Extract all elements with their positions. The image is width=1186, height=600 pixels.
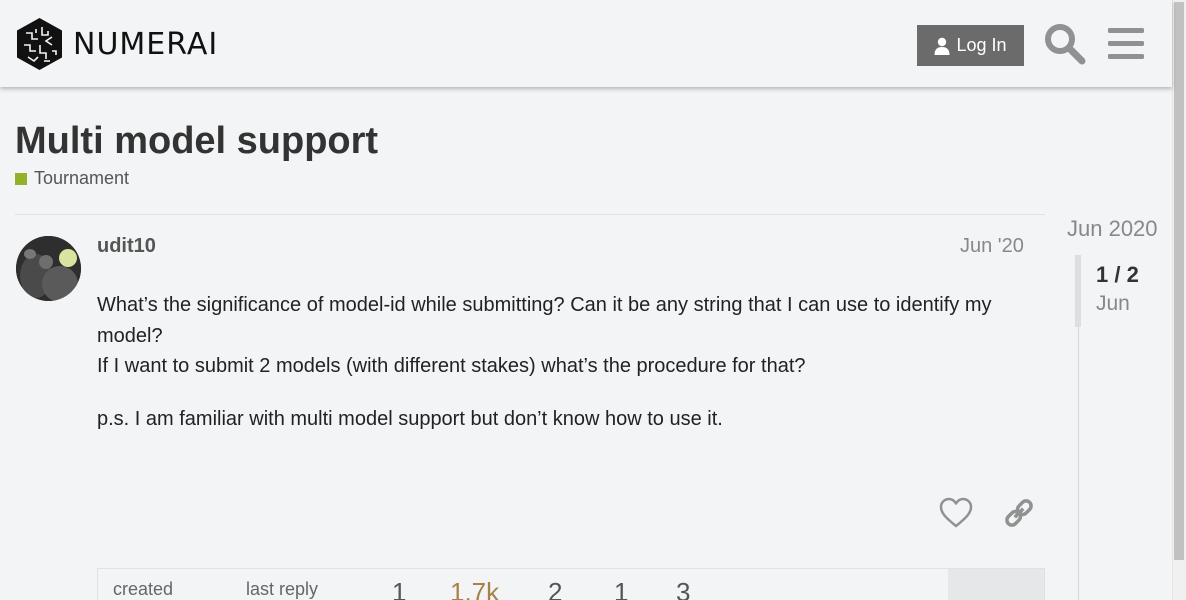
user-icon <box>934 37 950 55</box>
page-scrollbar[interactable] <box>1172 0 1186 600</box>
expand-topic-map-button[interactable] <box>948 569 1044 600</box>
users-count: 2 <box>548 577 563 600</box>
hamburger-icon <box>1108 28 1144 59</box>
hamburger-menu-button[interactable] <box>1106 22 1146 66</box>
last-reply-label: last reply <box>246 579 319 599</box>
post-body: What’s the significance of model-id whil… <box>97 290 997 434</box>
post-line: What’s the significance of model-id whil… <box>97 294 992 347</box>
created-label: created <box>113 579 174 599</box>
post-paragraph: p.s. I am familiar with multi model supp… <box>97 407 723 430</box>
post-paragraph: What’s the significance of model-id whil… <box>97 290 997 382</box>
timeline-post-count: 1 / 2 <box>1096 262 1139 287</box>
timeline-start-date[interactable]: Jun 2020 <box>1067 216 1158 242</box>
category-badge[interactable]: Tournament <box>15 168 129 189</box>
replies-count: 1 <box>392 577 407 600</box>
topic-map: created last reply 1 1.7k 2 1 3 <box>97 568 1045 600</box>
logo-wordmark: NUMERAI <box>73 26 219 62</box>
numerai-logo-icon <box>17 18 62 70</box>
site-header: NUMERAI Log In <box>0 0 1172 87</box>
like-button[interactable] <box>938 496 974 530</box>
links-count: 3 <box>676 577 691 600</box>
views-count: 1.7k <box>450 577 500 600</box>
post-date[interactable]: Jun '20 <box>960 235 1024 258</box>
link-icon <box>1005 499 1033 527</box>
avatar[interactable] <box>16 236 81 301</box>
heart-icon <box>939 497 973 528</box>
timeline-handle[interactable] <box>1075 255 1081 327</box>
post-author[interactable]: udit10 <box>97 235 156 258</box>
scrollbar-thumb[interactable] <box>1174 2 1184 560</box>
search-icon <box>1045 24 1086 65</box>
login-button-label: Log In <box>956 35 1007 55</box>
category-name: Tournament <box>34 168 130 188</box>
category-color-swatch <box>15 172 27 185</box>
login-button[interactable]: Log In <box>917 25 1024 66</box>
timeline-current-date: Jun <box>1096 292 1130 315</box>
topic-divider <box>15 214 1045 215</box>
likes-count: 1 <box>614 577 629 600</box>
site-logo[interactable]: NUMERAI <box>16 17 218 71</box>
share-link-button[interactable] <box>1002 496 1036 530</box>
search-button[interactable] <box>1043 22 1087 66</box>
topic-title[interactable]: Multi model support <box>15 120 378 163</box>
post-line: If I want to submit 2 models (with diffe… <box>97 355 806 377</box>
user-avatar-image <box>16 236 81 301</box>
